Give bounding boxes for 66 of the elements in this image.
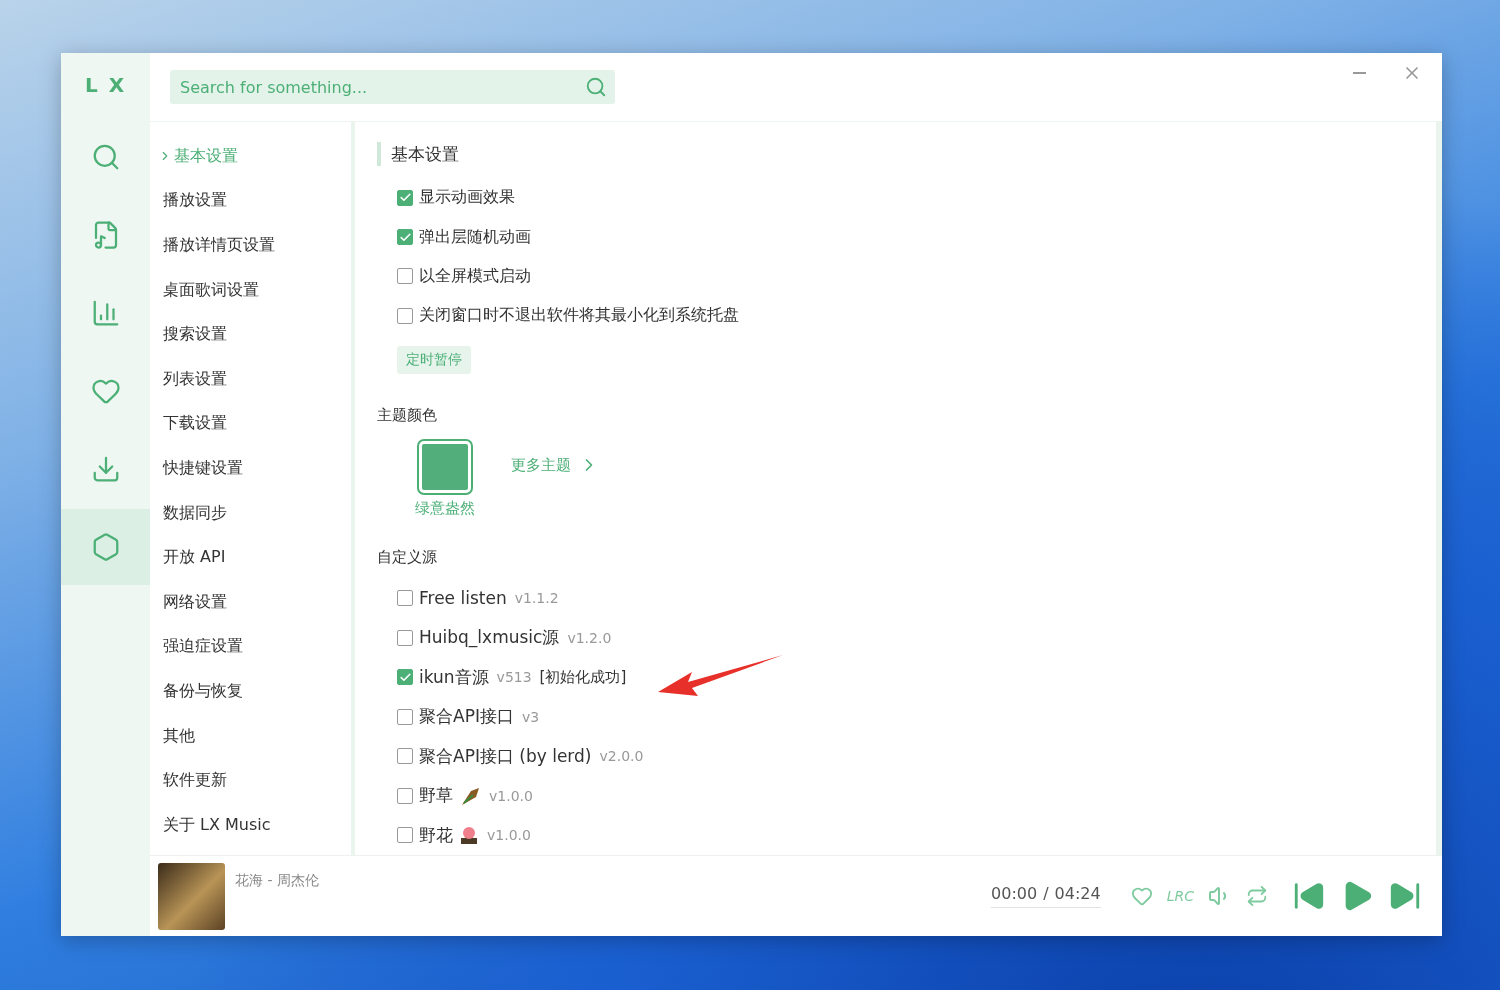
settings-nav-button[interactable]: [61, 509, 150, 585]
settings-menu-item[interactable]: 网络设置: [150, 579, 351, 625]
source-name: 聚合API接口: [419, 705, 514, 729]
current-time: 00:00: [991, 884, 1038, 903]
checkbox[interactable]: [397, 787, 413, 804]
checkbox[interactable]: [397, 748, 413, 765]
option-label: 弹出层随机动画: [419, 226, 531, 248]
section-heading: 主题颜色: [377, 405, 438, 425]
album-cover-placeholder: [158, 862, 225, 930]
settings-menu-item[interactable]: 桌面歌词设置: [150, 267, 351, 313]
checkbox[interactable]: [397, 827, 413, 844]
section-title: 基本设置: [377, 142, 1436, 166]
source-name: 聚合API接口 (by lerd): [419, 744, 592, 768]
song-title: 花海 - 周杰伦: [235, 872, 319, 890]
repeat-icon: [1246, 885, 1268, 907]
minimize-icon: [1353, 72, 1366, 74]
source-name: ikun音源: [419, 665, 489, 689]
source-version: v1.2.0: [567, 629, 612, 646]
settings-menu-item[interactable]: 下载设置: [150, 401, 351, 447]
checkbox[interactable]: [397, 629, 413, 646]
source-name: 野草: [419, 784, 453, 808]
search-icon[interactable]: [585, 76, 607, 98]
option-label: 显示动画效果: [419, 187, 515, 209]
section-heading: 自定义源: [377, 547, 438, 567]
checkbox[interactable]: [397, 268, 413, 285]
total-time: 04:24: [1054, 884, 1101, 903]
settings-menu-item[interactable]: 其他: [150, 713, 351, 759]
checkbox[interactable]: [397, 189, 413, 206]
heart-icon: [1130, 885, 1153, 907]
checkbox[interactable]: [397, 307, 413, 324]
source-version: v1.1.2: [514, 590, 559, 607]
theme-swatch: [419, 440, 471, 493]
checkbox[interactable]: [397, 669, 413, 686]
source-name: Free listen: [419, 588, 507, 609]
search-field[interactable]: Search for something...: [178, 76, 585, 98]
settings-menu-item[interactable]: 开放 API: [150, 535, 351, 580]
repeat-button[interactable]: [1246, 885, 1268, 907]
settings-menu-item[interactable]: 搜索设置: [150, 312, 351, 357]
source-version: v1.0.0: [487, 827, 531, 844]
settings-menu-item[interactable]: 备份与恢复: [150, 669, 351, 714]
search-box[interactable]: Search for something...: [170, 70, 615, 104]
app-logo: L X: [83, 72, 128, 99]
time-separator: /: [1043, 884, 1049, 903]
settings-menu-item[interactable]: 软件更新: [150, 758, 351, 803]
checkbox[interactable]: [397, 590, 413, 607]
settings-menu-item[interactable]: 关于 LX Music: [150, 802, 351, 848]
source-name: Huibq_lxmusic源: [419, 626, 560, 650]
source-version: v513: [496, 669, 532, 686]
heart-button[interactable]: [1130, 885, 1153, 907]
settings-menu-item[interactable]: 快捷键设置: [150, 446, 351, 491]
source-status: [初始化成功]: [539, 667, 627, 687]
settings-menu-item[interactable]: 播放详情页设置: [150, 223, 351, 268]
source-name: 野花: [419, 823, 453, 847]
source-version: v1.0.0: [489, 787, 533, 804]
flower-icon: [459, 825, 479, 846]
settings-menu-item[interactable]: 强迫症设置: [150, 624, 351, 670]
checkbox[interactable]: [397, 229, 413, 246]
settings-menu-item[interactable]: 播放设置: [150, 178, 351, 224]
checkbox[interactable]: [397, 708, 413, 725]
source-version: v3: [521, 708, 540, 725]
theme-name: 绿意盎然: [415, 498, 475, 518]
option-label: 关闭窗口时不退出软件将其最小化到系统托盘: [419, 305, 739, 327]
option-label: 以全屏模式启动: [419, 265, 531, 287]
settings-menu-item[interactable]: 列表设置: [150, 356, 351, 402]
settings-menu-item[interactable]: 数据同步: [150, 490, 351, 536]
source-version: v2.0.0: [599, 748, 644, 765]
